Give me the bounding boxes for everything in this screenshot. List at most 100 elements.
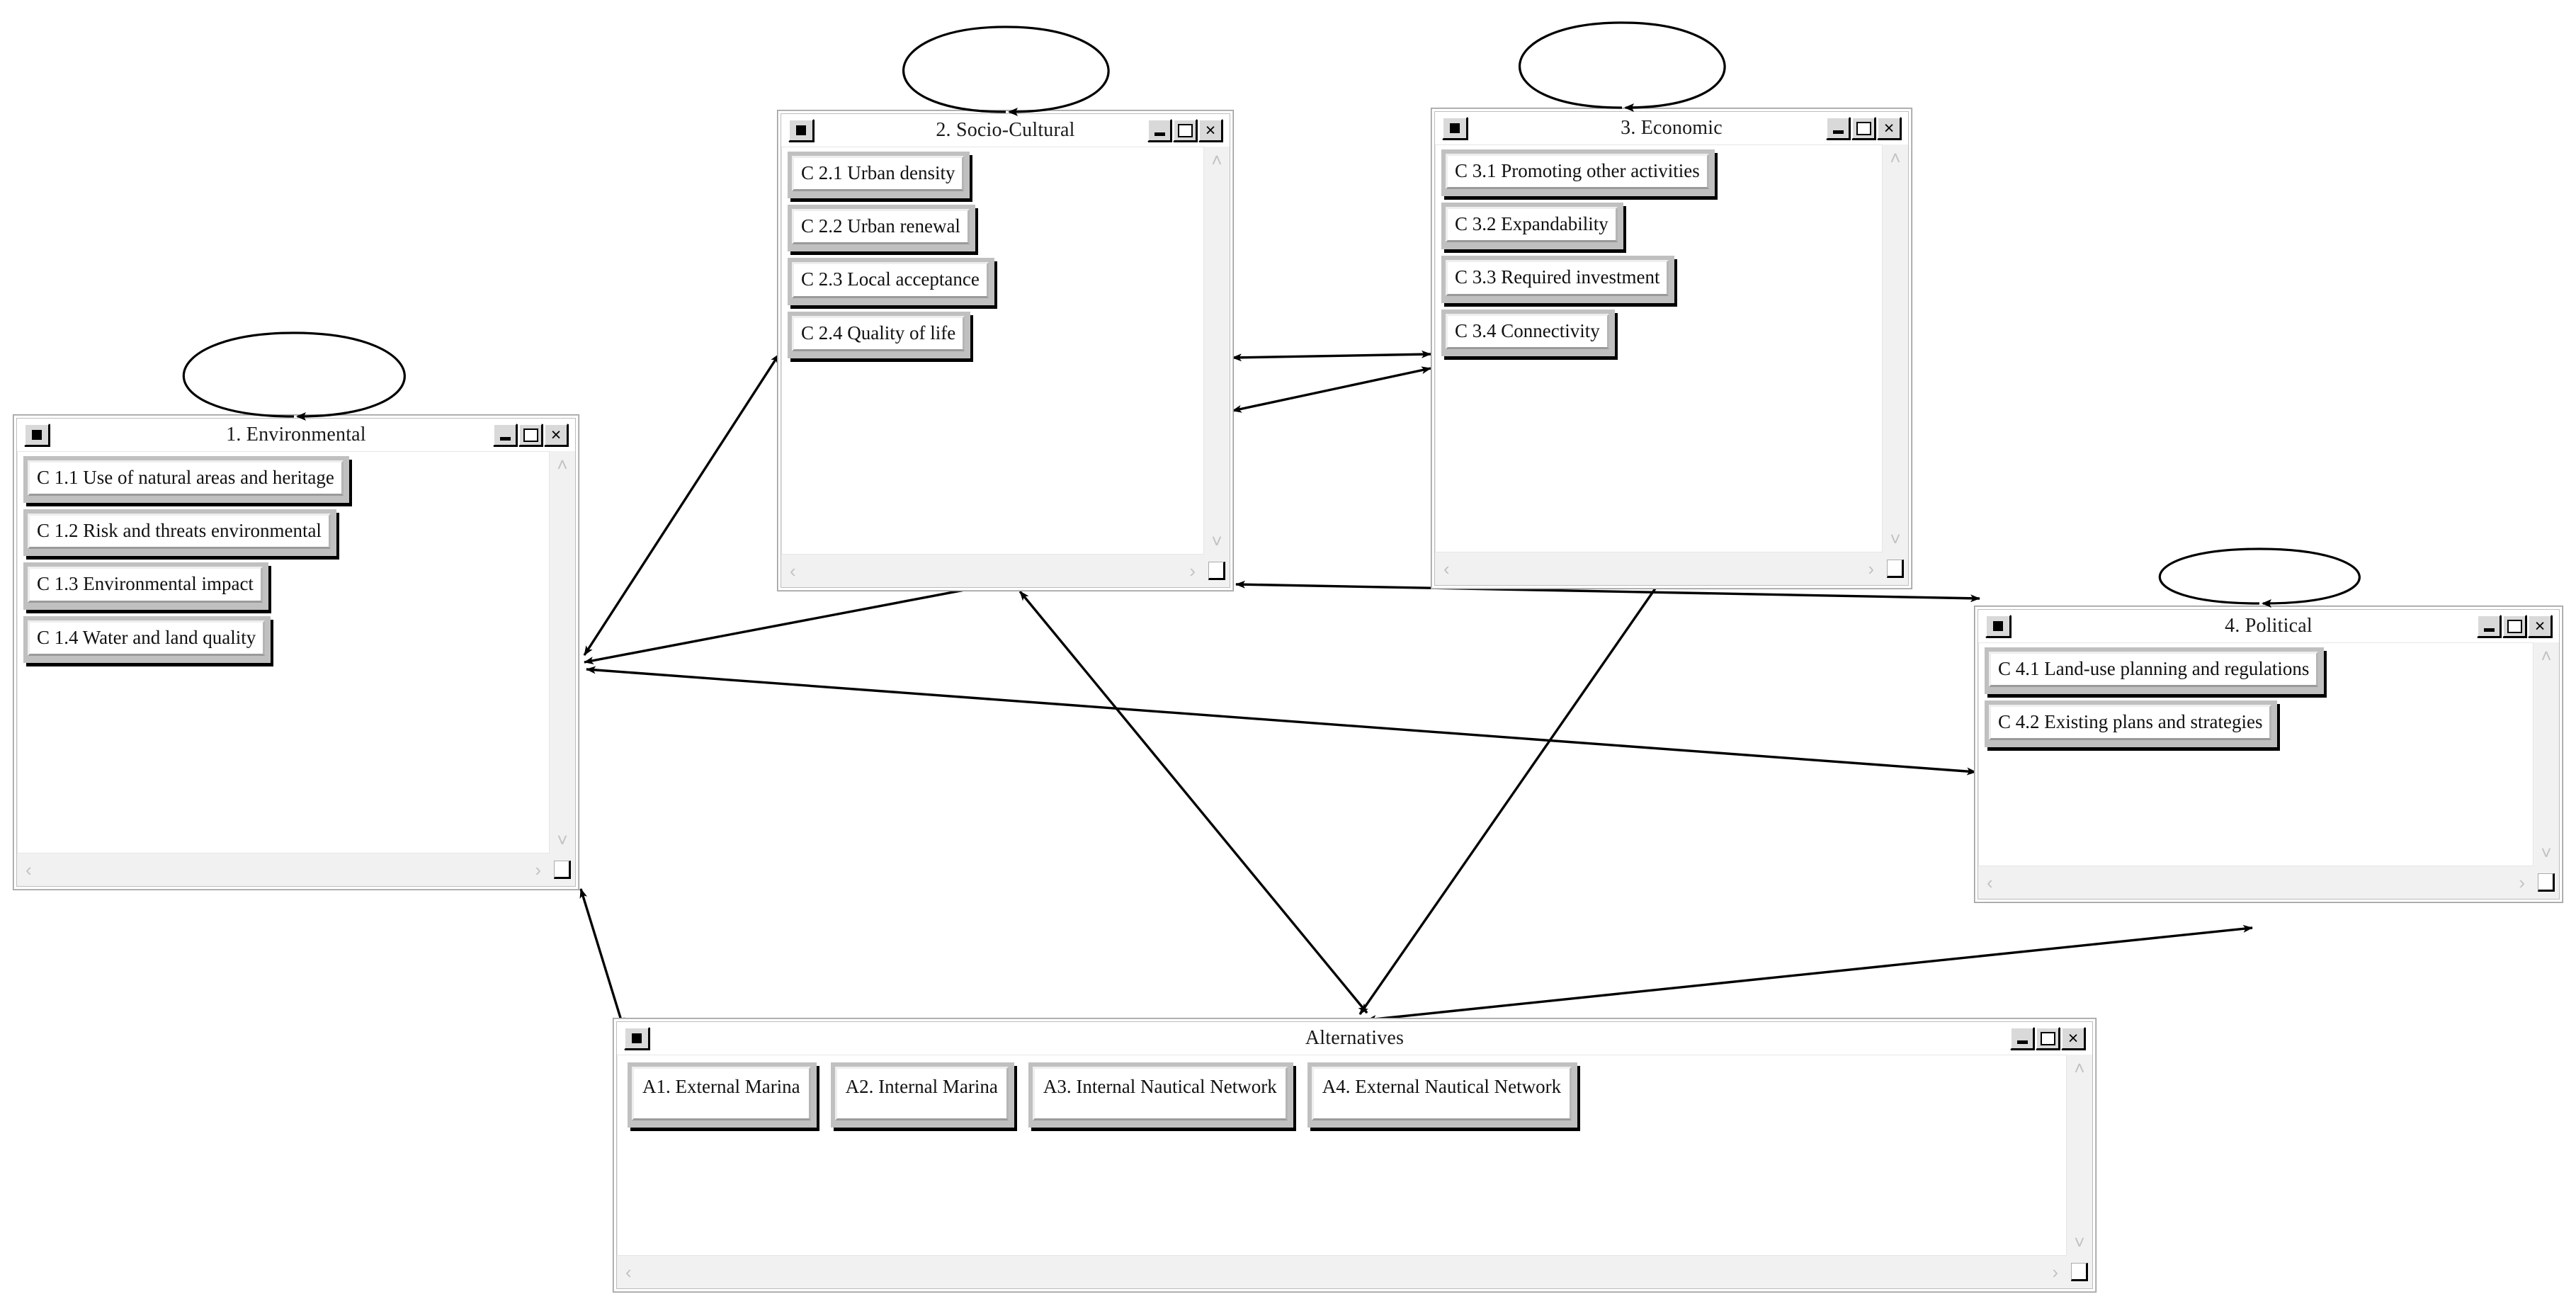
close-icon[interactable]: × xyxy=(2061,1027,2085,1050)
cluster-client-area: C 3.1 Promoting other activities C 3.2 E… xyxy=(1435,144,1883,552)
scroll-right-icon[interactable]: › xyxy=(1189,562,1196,580)
node-button[interactable]: C 1.1 Use of natural areas and heritage xyxy=(23,456,349,504)
scroll-left-icon[interactable]: ‹ xyxy=(790,562,796,580)
scroll-down-icon[interactable]: ˅ xyxy=(1211,532,1222,550)
scroll-right-icon[interactable]: › xyxy=(535,861,541,879)
scroll-down-icon[interactable]: ˅ xyxy=(557,831,567,849)
node-label: C 1.4 Water and land quality xyxy=(37,626,256,648)
link-sociocultural-alternatives xyxy=(1019,590,1368,1014)
scroll-left-icon[interactable]: ‹ xyxy=(25,861,32,879)
resize-grip-icon[interactable] xyxy=(1883,552,1908,585)
minimize-button[interactable] xyxy=(2477,615,2501,637)
node-button[interactable]: C 3.4 Connectivity xyxy=(1441,309,1615,356)
window-buttons: × xyxy=(1825,117,1901,140)
scroll-up-icon[interactable]: ˄ xyxy=(2541,647,2551,665)
scroll-left-icon[interactable]: ‹ xyxy=(625,1263,632,1281)
horizontal-scrollbar[interactable]: ‹ › xyxy=(1978,866,2534,899)
scroll-down-icon[interactable]: ˅ xyxy=(2074,1233,2084,1252)
resize-grip-icon[interactable] xyxy=(550,853,575,886)
minimize-button[interactable] xyxy=(1826,117,1850,140)
node-face: C 4.1 Land-use planning and regulations xyxy=(1989,652,2319,688)
close-icon[interactable]: × xyxy=(2528,615,2552,637)
node-button[interactable]: C 1.2 Risk and threats environmental xyxy=(23,509,336,557)
node-button[interactable]: C 2.2 Urban renewal xyxy=(788,205,975,252)
node-face: C 3.1 Promoting other activities xyxy=(1446,154,1709,190)
node-button[interactable]: A1. External Marina xyxy=(628,1062,817,1128)
horizontal-scrollbar[interactable]: ‹ › xyxy=(781,555,1204,587)
scroll-up-icon[interactable]: ˄ xyxy=(2074,1059,2084,1077)
node-button[interactable]: C 3.2 Expandability xyxy=(1441,203,1623,250)
maximize-button[interactable] xyxy=(1851,117,1876,140)
scroll-left-icon[interactable]: ‹ xyxy=(1987,873,1993,892)
system-menu-icon[interactable] xyxy=(1442,117,1468,140)
node-button[interactable]: C 1.4 Water and land quality xyxy=(23,615,271,663)
cluster-window-environmental[interactable]: 1. Environmental × C 1.1 Use of natural … xyxy=(13,414,579,890)
cluster-window-economic[interactable]: 3. Economic × C 3.1 Promoting other acti… xyxy=(1431,108,1912,589)
scroll-down-icon[interactable]: ˅ xyxy=(1890,530,1900,548)
node-button[interactable]: C 3.3 Required investment xyxy=(1441,256,1675,303)
node-label: C 2.4 Quality of life xyxy=(801,322,956,344)
vertical-scrollbar[interactable]: ˄ ˅ xyxy=(2067,1055,2092,1256)
node-button[interactable]: C 2.1 Urban density xyxy=(788,152,970,199)
vertical-scrollbar[interactable]: ˄ ˅ xyxy=(1204,147,1230,555)
scroll-up-icon[interactable]: ˄ xyxy=(1890,149,1900,167)
horizontal-scrollbar[interactable]: ‹ › xyxy=(17,853,550,886)
node-button[interactable]: A3. Internal Nautical Network xyxy=(1028,1062,1293,1128)
cluster-window-sociocultural[interactable]: 2. Socio-Cultural × C 2.1 Urban density xyxy=(777,110,1234,591)
scroll-up-icon[interactable]: ˄ xyxy=(1211,151,1222,169)
node-button[interactable]: C 2.3 Local acceptance xyxy=(788,258,994,305)
minimize-button[interactable] xyxy=(2010,1027,2034,1050)
scroll-down-icon[interactable]: ˅ xyxy=(2541,844,2551,862)
resize-grip-icon[interactable] xyxy=(2067,1256,2092,1288)
close-icon[interactable]: × xyxy=(544,424,568,446)
titlebar[interactable]: Alternatives × xyxy=(617,1022,2092,1055)
horizontal-scrollbar-row: ‹ › xyxy=(17,853,575,886)
titlebar[interactable]: 2. Socio-Cultural × xyxy=(781,114,1230,147)
node-button[interactable]: C 2.4 Quality of life xyxy=(788,311,971,358)
node-button[interactable]: C 4.1 Land-use planning and regulations xyxy=(1985,647,2325,695)
node-face: C 3.3 Required investment xyxy=(1446,260,1669,296)
system-menu-icon[interactable] xyxy=(24,424,50,446)
node-button[interactable]: C 1.3 Environmental impact xyxy=(23,562,268,610)
vertical-scrollbar[interactable]: ˄ ˅ xyxy=(2534,642,2559,866)
scroll-up-icon[interactable]: ˄ xyxy=(557,455,567,474)
horizontal-scrollbar-row: ‹ › xyxy=(781,555,1230,587)
node-label: A1. External Marina xyxy=(642,1076,800,1097)
scroll-left-icon[interactable]: ‹ xyxy=(1443,560,1450,578)
link-economic-alternatives xyxy=(1358,569,1669,1015)
scroll-right-icon[interactable]: › xyxy=(2519,873,2525,892)
close-icon[interactable]: × xyxy=(1198,119,1222,142)
node-button[interactable]: C 4.2 Existing plans and strategies xyxy=(1985,700,2278,748)
maximize-button[interactable] xyxy=(2036,1027,2060,1050)
cluster-window-political[interactable]: 4. Political × C 4.1 Land-use planning a… xyxy=(1974,606,2563,903)
self-loop-environmental xyxy=(182,331,406,421)
vertical-scrollbar[interactable]: ˄ ˅ xyxy=(1883,144,1908,552)
titlebar[interactable]: 1. Environmental × xyxy=(17,419,575,451)
close-icon[interactable]: × xyxy=(1877,117,1901,140)
self-loop-economic xyxy=(1519,21,1726,112)
system-menu-icon[interactable] xyxy=(788,119,814,142)
vertical-scrollbar[interactable]: ˄ ˅ xyxy=(550,451,575,853)
node-button[interactable]: C 3.1 Promoting other activities xyxy=(1441,149,1715,197)
node-button[interactable]: A4. External Nautical Network xyxy=(1307,1062,1578,1128)
maximize-button[interactable] xyxy=(518,424,543,446)
titlebar[interactable]: 4. Political × xyxy=(1978,610,2559,642)
scroll-right-icon[interactable]: › xyxy=(1868,560,1874,578)
resize-grip-icon[interactable] xyxy=(2534,866,2559,899)
node-face: C 1.3 Environmental impact xyxy=(28,567,263,603)
node-label: C 1.1 Use of natural areas and heritage xyxy=(37,467,334,488)
anp-network-canvas: 1. Environmental × C 1.1 Use of natural … xyxy=(0,0,2576,1311)
resize-grip-icon[interactable] xyxy=(1204,555,1230,587)
minimize-button[interactable] xyxy=(493,424,517,446)
node-button[interactable]: A2. Internal Marina xyxy=(830,1062,1014,1128)
minimize-button[interactable] xyxy=(1147,119,1171,142)
cluster-window-alternatives[interactable]: Alternatives × A1. External Marina A2. I… xyxy=(613,1018,2096,1293)
scroll-right-icon[interactable]: › xyxy=(2052,1263,2058,1281)
maximize-button[interactable] xyxy=(1173,119,1197,142)
horizontal-scrollbar[interactable]: ‹ › xyxy=(617,1256,2067,1288)
horizontal-scrollbar[interactable]: ‹ › xyxy=(1435,552,1883,585)
maximize-button[interactable] xyxy=(2502,615,2526,637)
system-menu-icon[interactable] xyxy=(624,1027,649,1050)
system-menu-icon[interactable] xyxy=(1985,615,2011,637)
titlebar[interactable]: 3. Economic × xyxy=(1435,112,1908,144)
